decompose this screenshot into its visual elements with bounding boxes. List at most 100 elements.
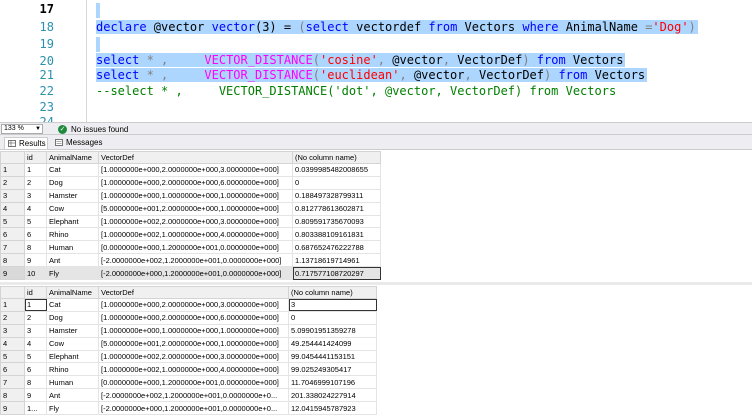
table-cell[interactable]: 6 xyxy=(24,227,47,242)
row-number[interactable]: 9 xyxy=(0,266,25,281)
row-number[interactable]: 2 xyxy=(0,175,25,190)
table-cell[interactable]: Cat xyxy=(46,298,99,312)
column-header-id[interactable]: id xyxy=(24,151,47,164)
table-row[interactable]: 8 9 Ant [-2.0000000e+002,1.2000000e+001,0.0… xyxy=(0,253,381,268)
column-header-distance[interactable]: (No column name) xyxy=(292,151,381,164)
table-cell[interactable]: 0.188497328799311 xyxy=(292,188,381,203)
table-cell[interactable]: Elephant xyxy=(46,349,99,364)
table-cell[interactable]: 8 xyxy=(24,375,47,390)
table-cell[interactable]: 99.025249305417 xyxy=(288,362,377,377)
table-cell[interactable]: Dog xyxy=(46,310,99,325)
table-cell[interactable]: 201.338024227914 xyxy=(288,388,377,403)
table-row[interactable]: 9 1... Fly [-2.0000000e+000,1.2000000e+001,… xyxy=(0,401,377,416)
table-cell[interactable]: 3 xyxy=(24,323,47,338)
code-line-19[interactable] xyxy=(96,37,100,52)
table-cell[interactable]: 9 xyxy=(24,253,47,268)
table-cell[interactable]: 4 xyxy=(24,201,47,216)
table-cell[interactable]: 6 xyxy=(24,362,47,377)
table-cell[interactable]: 12.0415945787923 xyxy=(288,401,377,416)
table-cell[interactable]: 10 xyxy=(24,266,47,281)
table-cell[interactable]: 5.09901951359278 xyxy=(288,323,377,338)
table-cell[interactable]: [1.0000000e+000,2.0000000e+000,3.0000000… xyxy=(98,298,289,312)
table-row[interactable]: 4 4 Cow [5.0000000e+001,2.0000000e+000,1.00… xyxy=(0,336,377,351)
code-line-20[interactable]: select * , VECTOR_DISTANCE('cosine', @ve… xyxy=(96,53,626,68)
table-cell[interactable]: 0 xyxy=(288,310,377,325)
code-line-17[interactable] xyxy=(96,3,100,18)
row-number[interactable]: 9 xyxy=(0,401,25,416)
table-row[interactable]: 1 1 Cat [1.0000000e+000,2.0000000e+000,3.00… xyxy=(0,298,377,312)
table-row[interactable]: 9 10 Fly [-2.0000000e+000,1.2000000e+001,0.… xyxy=(0,266,381,281)
row-number[interactable]: 6 xyxy=(0,362,25,377)
row-number[interactable]: 2 xyxy=(0,310,25,325)
table-cell[interactable]: 1 xyxy=(24,163,47,177)
row-number[interactable]: 8 xyxy=(0,253,25,268)
table-cell[interactable]: 2 xyxy=(24,310,47,325)
table-row[interactable]: 3 3 Hamster [1.0000000e+000,1.0000000e+000,… xyxy=(0,323,377,338)
code-line-22[interactable]: --select * , VECTOR_DISTANCE('dot', @vec… xyxy=(96,84,616,99)
table-cell[interactable]: Ant xyxy=(46,388,99,403)
code-line-18[interactable]: declare @vector vector(3) = (select vect… xyxy=(96,20,698,35)
table-row[interactable]: 1 1 Cat [1.0000000e+000,2.0000000e+000,3.00… xyxy=(0,163,381,177)
table-cell[interactable]: 1... xyxy=(24,401,47,416)
row-number[interactable]: 7 xyxy=(0,375,25,390)
tab-messages[interactable]: Messages xyxy=(52,137,106,149)
row-number[interactable]: 1 xyxy=(0,163,25,177)
table-cell[interactable]: 3 xyxy=(288,298,377,312)
table-cell[interactable]: 3 xyxy=(24,188,47,203)
table-cell[interactable]: [1.0000000e+000,1.0000000e+000,1.0000000… xyxy=(98,188,293,203)
table-cell[interactable]: [1.0000000e+000,2.0000000e+000,6.0000000… xyxy=(98,175,293,190)
table-cell[interactable]: Hamster xyxy=(46,188,99,203)
table-cell[interactable]: [1.0000000e+002,2.0000000e+000,3.0000000… xyxy=(98,214,293,229)
result-grid-euclidean[interactable]: id AnimalName VectorDef (No column name) 11… xyxy=(0,286,377,416)
table-cell[interactable]: Elephant xyxy=(46,214,99,229)
table-row[interactable]: 5 5 Elephant [1.0000000e+002,2.0000000e+000… xyxy=(0,349,377,364)
table-cell[interactable]: [1.0000000e+002,1.0000000e+000,4.0000000… xyxy=(98,227,293,242)
row-number[interactable]: 8 xyxy=(0,388,25,403)
table-cell[interactable]: 11.7046999107196 xyxy=(288,375,377,390)
table-cell[interactable]: 5 xyxy=(24,214,47,229)
table-cell[interactable]: Dog xyxy=(46,175,99,190)
table-cell[interactable]: Human xyxy=(46,240,99,255)
row-number[interactable]: 3 xyxy=(0,323,25,338)
table-cell[interactable]: 5 xyxy=(24,349,47,364)
row-number[interactable]: 1 xyxy=(0,298,25,312)
table-row[interactable]: 5 5 Elephant [1.0000000e+002,2.0000000e+000… xyxy=(0,214,381,229)
table-cell[interactable]: 0.809591735670093 xyxy=(292,214,381,229)
chevron-down-icon[interactable]: ▼ xyxy=(35,125,41,133)
grid-splitter[interactable] xyxy=(0,282,752,285)
query-editor[interactable]: 17 18 19 20 21 22 23 24 declare @vector … xyxy=(0,0,752,122)
table-cell[interactable]: [-2.0000000e+002,1.2000000e+001,0.000000… xyxy=(98,253,293,268)
table-cell[interactable]: [1.0000000e+002,2.0000000e+000,3.0000000… xyxy=(98,349,289,364)
zoom-select[interactable]: 133 % ▼ xyxy=(1,124,43,134)
table-cell[interactable]: 0.803388109161831 xyxy=(292,227,381,242)
table-cell[interactable]: 0.0399985482008655 xyxy=(292,163,381,177)
table-cell[interactable]: 2 xyxy=(24,175,47,190)
table-cell[interactable]: Rhino xyxy=(46,227,99,242)
table-row[interactable]: 3 3 Hamster [1.0000000e+000,1.0000000e+000,… xyxy=(0,188,381,203)
table-row[interactable]: 4 4 Cow [5.0000000e+001,2.0000000e+000,1.00… xyxy=(0,201,381,216)
table-cell[interactable]: [0.0000000e+000,1.2000000e+001,0.0000000… xyxy=(98,375,289,390)
table-cell[interactable]: Human xyxy=(46,375,99,390)
tab-results[interactable]: Results xyxy=(4,137,48,149)
column-header-distance[interactable]: (No column name) xyxy=(288,286,377,299)
table-row[interactable]: 2 2 Dog [1.0000000e+000,2.0000000e+000,6.00… xyxy=(0,310,377,325)
table-cell[interactable]: 99.0454441153151 xyxy=(288,349,377,364)
table-cell[interactable]: 0.812778613602871 xyxy=(292,201,381,216)
table-cell[interactable]: 1 xyxy=(24,298,47,312)
result-grid-cosine[interactable]: id AnimalName VectorDef (No column name) 11… xyxy=(0,151,381,281)
table-cell[interactable]: 0.687652476222788 xyxy=(292,240,381,255)
row-number[interactable]: 3 xyxy=(0,188,25,203)
table-cell[interactable]: [-2.0000000e+000,1.2000000e+001,0.000000… xyxy=(98,266,293,281)
table-row[interactable]: 2 2 Dog [1.0000000e+000,2.0000000e+000,6.00… xyxy=(0,175,381,190)
table-cell[interactable]: 0 xyxy=(292,175,381,190)
table-cell[interactable]: [-2.0000000e+000,1.2000000e+001,0.000000… xyxy=(98,401,289,416)
table-cell[interactable]: Ant xyxy=(46,253,99,268)
table-row[interactable]: 6 6 Rhino [1.0000000e+002,1.0000000e+000,4.… xyxy=(0,227,381,242)
table-cell[interactable]: 1.13718619714961 xyxy=(292,253,381,268)
row-number[interactable]: 7 xyxy=(0,240,25,255)
table-cell[interactable]: [0.0000000e+000,1.2000000e+001,0.0000000… xyxy=(98,240,293,255)
table-cell[interactable]: [1.0000000e+000,2.0000000e+000,3.0000000… xyxy=(98,163,293,177)
row-number[interactable]: 5 xyxy=(0,214,25,229)
table-row[interactable]: 7 8 Human [0.0000000e+000,1.2000000e+001,0.… xyxy=(0,240,381,255)
table-cell[interactable]: Rhino xyxy=(46,362,99,377)
